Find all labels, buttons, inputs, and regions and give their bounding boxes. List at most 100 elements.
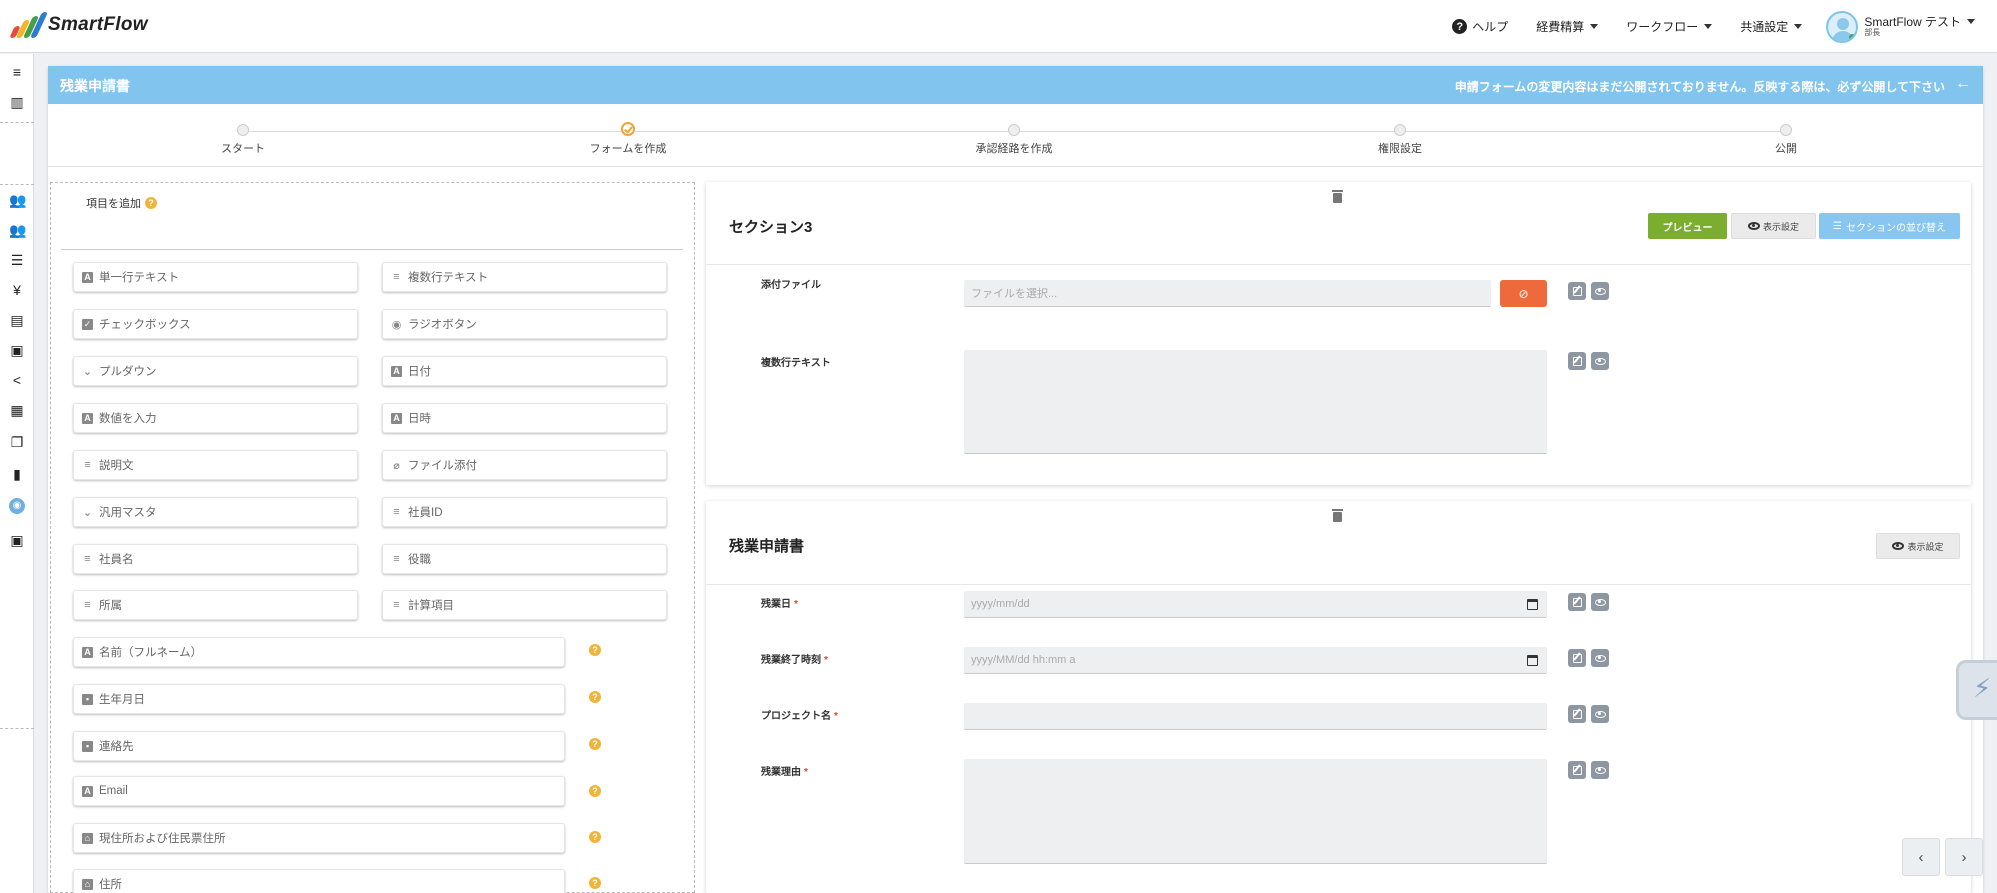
- palette-item-date[interactable]: A 日付: [382, 356, 667, 386]
- next-page-button[interactable]: ›: [1945, 838, 1983, 876]
- palette-item-address-both[interactable]: ⌂ 現住所および住民票住所: [73, 823, 565, 853]
- users-icon[interactable]: 👥: [9, 192, 26, 208]
- step-publish[interactable]: 公開: [1686, 124, 1886, 156]
- toggle-visibility-button[interactable]: [1591, 761, 1609, 779]
- group-icon[interactable]: 👥: [9, 222, 26, 238]
- list-icon[interactable]: ☰: [9, 252, 25, 268]
- edit-field-button[interactable]: [1568, 761, 1586, 779]
- file-icon[interactable]: ▮: [9, 466, 25, 482]
- wallet-icon[interactable]: ▣: [9, 532, 25, 548]
- overtime-end-input[interactable]: yyyy/MM/dd hh:mm a: [964, 647, 1547, 674]
- edit-field-button[interactable]: [1568, 593, 1586, 611]
- palette-item-master[interactable]: ⌄ 汎用マスタ: [73, 497, 358, 527]
- step-permissions[interactable]: 権限設定: [1300, 124, 1500, 156]
- edit-field-button[interactable]: [1568, 705, 1586, 723]
- edit-field-button[interactable]: [1568, 282, 1586, 300]
- palette-item-employee-id[interactable]: ≡ 社員ID: [382, 497, 667, 527]
- toggle-visibility-button[interactable]: [1591, 705, 1609, 723]
- step-start[interactable]: スタート: [143, 124, 343, 156]
- step-label: 権限設定: [1378, 143, 1422, 155]
- display-settings-button[interactable]: 表示設定: [1731, 213, 1816, 239]
- common-settings-menu[interactable]: 共通設定: [1740, 18, 1803, 35]
- palette-item-address[interactable]: ⌂ 住所: [73, 869, 565, 893]
- overtime-reason-textarea[interactable]: [964, 759, 1547, 864]
- divider: [0, 728, 34, 729]
- attach-file-button[interactable]: ⊘: [1500, 280, 1547, 307]
- palette-item-position[interactable]: ≡ 役職: [382, 544, 667, 574]
- palette-item-birthdate[interactable]: ▪ 生年月日: [73, 684, 565, 714]
- step-approval-route[interactable]: 承認経路を作成: [914, 124, 1114, 156]
- display-settings-label: 表示設定: [1762, 221, 1799, 232]
- user-menu[interactable]: SmartFlow テスト 部長: [1826, 10, 1975, 43]
- question-icon[interactable]: ?: [589, 831, 601, 843]
- table-icon[interactable]: ▦: [9, 402, 25, 418]
- document-icon[interactable]: ▤: [9, 312, 25, 328]
- form-title-bar: 残業申請書 申請フォームの変更内容はまだ公開されておりません。反映する際は、必ず…: [48, 66, 1983, 104]
- palette-item-department[interactable]: ≡ 所属: [73, 590, 358, 620]
- palette-item-pulldown[interactable]: ⌄ プルダウン: [73, 356, 358, 386]
- palette-item-employee-name[interactable]: ≡ 社員名: [73, 544, 358, 574]
- text-icon: A: [82, 785, 93, 797]
- palette-item-description[interactable]: ≡ 説明文: [73, 450, 358, 480]
- brand-logo[interactable]: SmartFlow: [9, 12, 148, 38]
- toggle-visibility-button[interactable]: [1591, 282, 1609, 300]
- trash-icon[interactable]: [1332, 190, 1344, 204]
- edit-icon: [1572, 286, 1582, 296]
- toggle-visibility-button[interactable]: [1591, 649, 1609, 667]
- reorder-sections-button[interactable]: ☰ セクションの並び替え: [1819, 213, 1960, 239]
- calendar-icon[interactable]: [1527, 655, 1538, 666]
- palette-icon[interactable]: ◉: [9, 498, 25, 514]
- trash-icon[interactable]: [1332, 509, 1344, 523]
- palette-item-single-line[interactable]: A 単一行テキスト: [73, 262, 358, 292]
- question-icon[interactable]: ?: [589, 877, 601, 889]
- edit-field-button[interactable]: [1568, 352, 1586, 370]
- section-title: セクション3: [729, 219, 813, 236]
- preview-button[interactable]: プレビュー: [1648, 213, 1727, 239]
- palette-item-number[interactable]: A 数値を入力: [73, 403, 358, 433]
- share-icon[interactable]: <: [9, 372, 25, 388]
- question-icon[interactable]: ?: [589, 785, 601, 797]
- question-icon[interactable]: ?: [589, 691, 601, 703]
- palette-item-fullname[interactable]: A 名前（フルネーム）: [73, 637, 565, 667]
- question-icon[interactable]: ?: [145, 197, 157, 209]
- palette-item-email[interactable]: A Email: [73, 776, 565, 806]
- question-icon[interactable]: ?: [589, 644, 601, 656]
- employee-id-icon: ≡: [393, 506, 400, 518]
- file-select-input[interactable]: ファイルを選択...: [964, 280, 1491, 307]
- palette-item-radio[interactable]: ◉ ラジオボタン: [382, 309, 667, 339]
- step-create-form[interactable]: フォームを作成: [528, 122, 728, 156]
- help-link[interactable]: ? ヘルプ: [1452, 18, 1508, 35]
- left-sidebar: ≡ ▥ 👥 👥 ☰ ¥ ▤ ▣ < ▦ ❐ ▮ ◉ ▣: [0, 54, 34, 893]
- palette-item-datetime[interactable]: A 日時: [382, 403, 667, 433]
- prev-page-button[interactable]: ‹: [1902, 838, 1940, 876]
- palette-item-checkbox[interactable]: ✓ チェックボックス: [73, 309, 358, 339]
- overtime-date-input[interactable]: yyyy/mm/dd: [964, 591, 1547, 618]
- palette-item-contact[interactable]: ▪ 連絡先: [73, 731, 565, 761]
- expense-menu[interactable]: 経費精算: [1536, 18, 1599, 35]
- edit-field-button[interactable]: [1568, 649, 1586, 667]
- palette-item-file[interactable]: ⌀ ファイル添付: [382, 450, 667, 480]
- workflow-menu[interactable]: ワークフロー: [1626, 18, 1713, 35]
- palette-header: 項目を追加 ?: [86, 195, 157, 211]
- yen-icon[interactable]: ¥: [9, 282, 25, 298]
- multiline-text-area[interactable]: [964, 350, 1547, 454]
- copy-icon[interactable]: ❐: [9, 434, 25, 450]
- required-mark: *: [804, 767, 808, 778]
- field-label: プロジェクト名 *: [761, 707, 838, 722]
- form-icon[interactable]: ▣: [9, 342, 25, 358]
- calendar-icon: ▪: [82, 693, 93, 705]
- user-name: SmartFlow テスト: [1864, 14, 1961, 29]
- toggle-visibility-button[interactable]: [1591, 352, 1609, 370]
- display-settings-button[interactable]: 表示設定: [1876, 533, 1960, 559]
- palette-item-calc[interactable]: ≡ 計算項目: [382, 590, 667, 620]
- project-name-input[interactable]: [964, 703, 1547, 730]
- step-label: スタート: [221, 143, 265, 155]
- toggle-visibility-button[interactable]: [1591, 593, 1609, 611]
- palette-item-multi-line[interactable]: ≡ 複数行テキスト: [382, 262, 667, 292]
- back-arrow-icon[interactable]: ←: [1955, 75, 1971, 93]
- question-icon[interactable]: ?: [589, 738, 601, 750]
- assistant-bolt-icon[interactable]: [1956, 660, 1997, 720]
- calendar-icon[interactable]: [1527, 599, 1538, 610]
- company-icon[interactable]: ▥: [9, 94, 25, 110]
- collapse-icon[interactable]: ≡: [9, 64, 25, 80]
